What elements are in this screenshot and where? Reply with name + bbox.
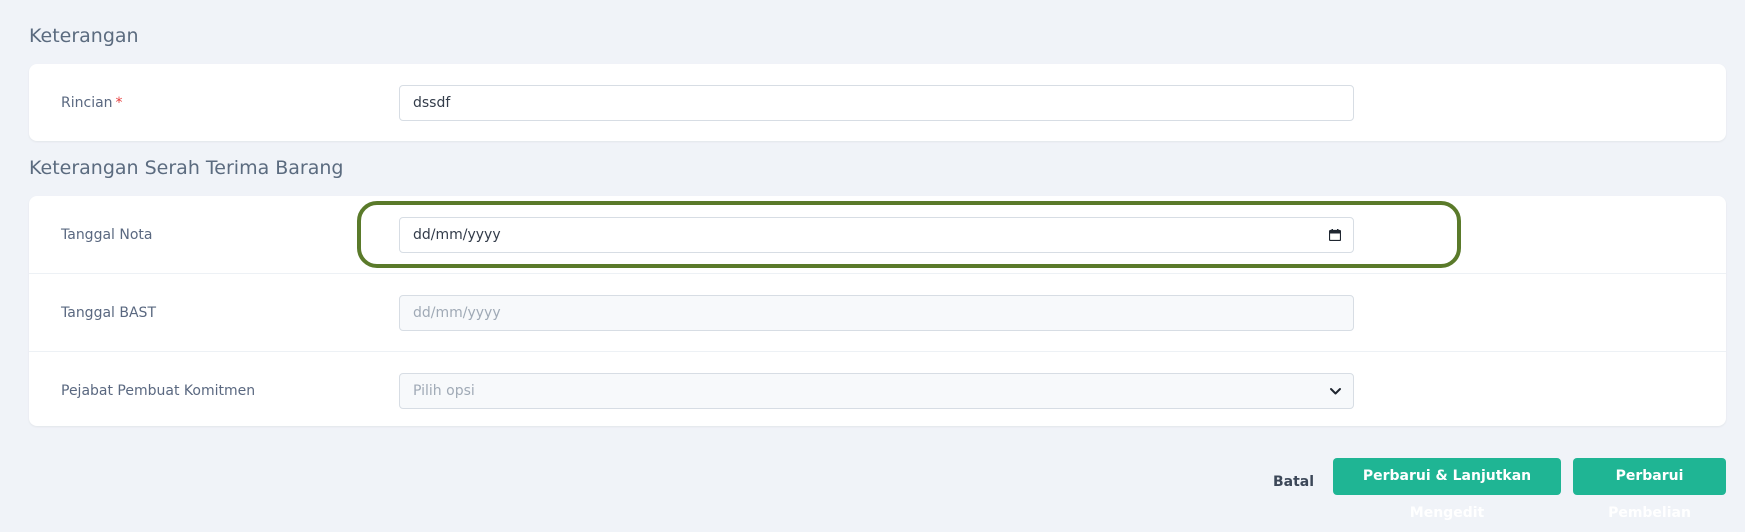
tanggal-bast-input: dd/mm/yyyy	[399, 294, 1354, 331]
rincian-label: Rincian *	[61, 95, 123, 111]
update-purchase-button[interactable]: Perbarui Pembelian	[1573, 458, 1726, 521]
chevron-down-icon	[1330, 387, 1341, 394]
section-title-keterangan: Keterangan	[29, 25, 139, 47]
pejabat-label: Pejabat Pembuat Komitmen	[61, 382, 256, 399]
tanggal-nota-label: Tanggal Nota	[61, 226, 153, 243]
section-title-serah-terima: Keterangan Serah Terima Barang	[29, 157, 344, 179]
required-mark: *	[115, 94, 123, 111]
tanggal-nota-input[interactable]: dd/mm/yyyy	[399, 216, 1354, 253]
card-keterangan: Rincian * dssdf	[29, 64, 1726, 141]
pejabat-select[interactable]: Pilih opsi	[399, 372, 1354, 409]
rincian-label-text: Rincian	[61, 94, 113, 111]
pejabat-placeholder: Pilih opsi	[413, 382, 475, 399]
card-serah-terima: Tanggal Nota dd/mm/yyyy Tanggal BAST dd/…	[29, 196, 1726, 426]
cancel-button[interactable]: Batal	[1273, 464, 1314, 500]
update-continue-button[interactable]: Perbarui & Lanjutkan Mengedit	[1333, 458, 1561, 521]
row-tanggal-nota: Tanggal Nota dd/mm/yyyy	[29, 196, 1726, 274]
tanggal-nota-value: dd/mm/yyyy	[413, 226, 501, 243]
row-pejabat: Pejabat Pembuat Komitmen Pilih opsi	[29, 352, 1726, 429]
row-tanggal-bast: Tanggal BAST dd/mm/yyyy	[29, 274, 1726, 352]
tanggal-bast-label: Tanggal BAST	[61, 304, 156, 321]
row-rincian: Rincian * dssdf	[29, 64, 1726, 141]
rincian-input[interactable]: dssdf	[399, 84, 1354, 121]
calendar-icon[interactable]	[1329, 228, 1341, 241]
